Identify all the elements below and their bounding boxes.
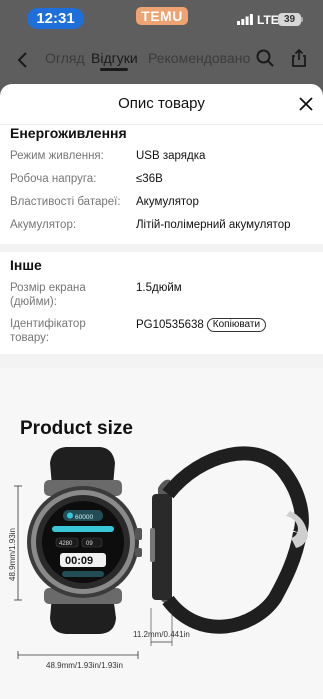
section-title-other: Інше	[10, 257, 42, 273]
spec-value: ≤36В	[136, 173, 163, 185]
smartwatch-illustration: 60000 4280 09 00:09	[14, 446, 309, 659]
share-icon[interactable]	[289, 48, 309, 68]
tab-reviews[interactable]: Відгуки	[91, 50, 138, 66]
status-bar: 12:31 TEMU LTE 39	[0, 0, 323, 40]
status-time: 12:31	[27, 8, 84, 29]
tab-overview[interactable]: Огляд	[45, 50, 85, 66]
app-badge: TEMU	[136, 7, 188, 25]
spec-label: Ідентифікатор товару:	[10, 318, 86, 344]
section-separator	[0, 244, 323, 252]
battery-tip	[301, 17, 303, 22]
product-size-image: Product size 60000 4280 09 00:09 48.9mm/…	[0, 368, 323, 699]
copy-button[interactable]: Копіювати	[206, 318, 267, 332]
spec-label: Властивості батареї:	[10, 196, 121, 208]
spec-label: Розмір екрана (дюйми):	[10, 282, 86, 308]
spec-label: Робоча напруга:	[10, 173, 97, 185]
sheet-title: Опис товару	[118, 95, 205, 112]
watch-heart: 4280	[59, 541, 73, 547]
signal-icon	[237, 14, 253, 25]
back-arrow-icon[interactable]	[13, 49, 33, 71]
width-dimension-label: 48.9mm/1.93in/1.93in	[46, 661, 123, 670]
spec-value: Акумулятор	[136, 196, 199, 208]
sheet-header: Опис товару	[0, 84, 323, 124]
spec-value: 1.5дюйм	[136, 282, 182, 294]
watch-readout: 09	[86, 541, 93, 547]
top-nav: Огляд Відгуки Рекомендовано	[0, 40, 323, 84]
watch-steps: 60000	[75, 514, 93, 521]
spec-value: USB зарядка	[136, 150, 206, 162]
battery-icon: 39	[278, 13, 301, 26]
network-type: LTE	[257, 13, 279, 27]
product-description-sheet: Опис товару Енергоживлення Режим живленн…	[0, 84, 323, 699]
spec-label: Акумулятор:	[10, 219, 77, 231]
product-page: 12:31 TEMU LTE 39 Огляд Відгуки Рекоменд…	[0, 0, 323, 699]
product-id: PG10535638	[136, 319, 204, 331]
section-separator	[0, 354, 323, 368]
height-dimension-label: 48.9mm/1.93in	[8, 528, 17, 581]
active-tab-indicator	[100, 68, 128, 71]
close-icon[interactable]	[297, 95, 315, 113]
section-title-power: Енергоживлення	[10, 125, 127, 141]
tab-recommended[interactable]: Рекомендовано	[148, 50, 250, 66]
thickness-dimension-label: 11.2mm/0.441in	[133, 630, 190, 639]
spec-value: Літій-полімерний акумулятор	[136, 219, 291, 231]
watch-time: 00:09	[65, 555, 93, 567]
product-id-value: PG10535638 Копіювати	[136, 318, 267, 333]
spec-label: Режим живлення:	[10, 150, 104, 162]
search-icon[interactable]	[255, 48, 275, 68]
